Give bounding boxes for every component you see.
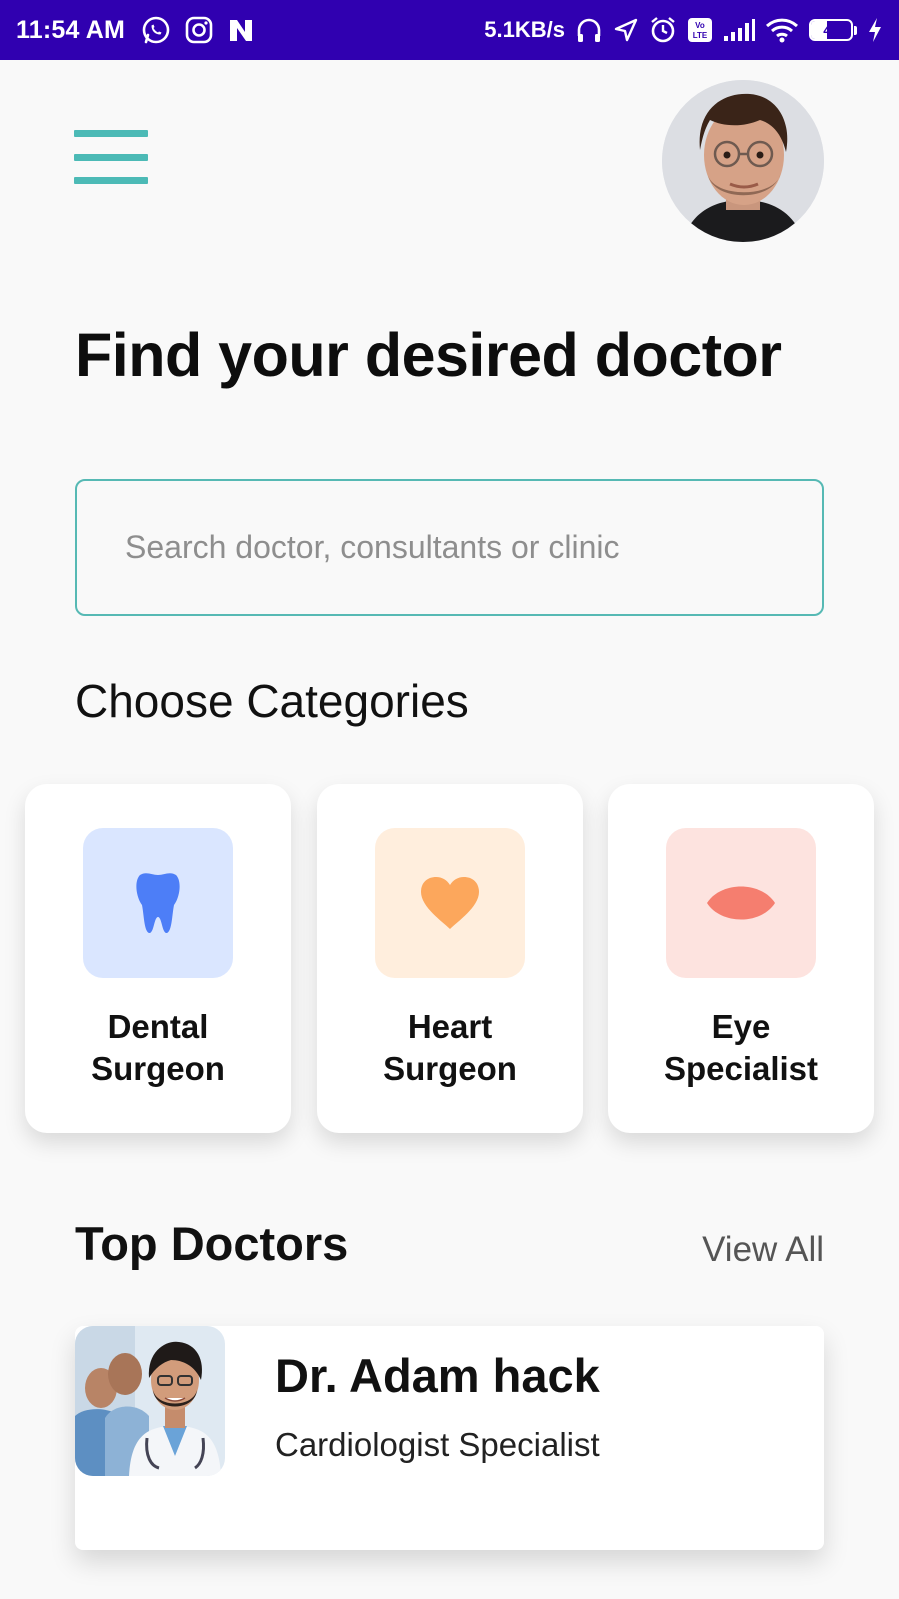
status-bar: 11:54 AM 5.1KB/s Vo LTE 41	[0, 0, 899, 60]
charging-icon	[867, 17, 883, 43]
n-app-icon	[227, 17, 255, 43]
alarm-icon	[649, 16, 677, 44]
doctor-name: Dr. Adam hack	[275, 1349, 600, 1402]
location-arrow-icon	[613, 17, 639, 43]
search-box[interactable]	[75, 479, 824, 616]
eye-icon	[707, 886, 775, 920]
hamburger-menu-icon[interactable]	[74, 130, 148, 184]
doctor-card[interactable]: Dr. Adam hack Cardiologist Specialist	[75, 1326, 824, 1550]
signal-icon	[723, 18, 755, 42]
page-title: Find your desired doctor	[75, 321, 782, 389]
category-card-dental-surgeon[interactable]: Dental Surgeon	[25, 784, 291, 1133]
category-card-heart-surgeon[interactable]: Heart Surgeon	[317, 784, 583, 1133]
wifi-icon	[765, 17, 799, 43]
svg-text:Vo: Vo	[695, 21, 705, 30]
battery-level: 41	[823, 22, 839, 38]
top-doctors-title: Top Doctors	[75, 1217, 349, 1270]
category-label: Dental Surgeon	[91, 1008, 225, 1087]
category-label: Eye Specialist	[663, 1008, 819, 1087]
category-card-eye-specialist[interactable]: Eye Specialist	[608, 784, 874, 1133]
user-avatar-image	[662, 80, 824, 242]
heart-icon	[421, 877, 479, 929]
category-label: Heart Surgeon	[383, 1008, 517, 1087]
instagram-icon	[185, 16, 213, 44]
tooth-icon	[136, 873, 180, 934]
doctor-photo	[75, 1326, 225, 1476]
search-input[interactable]	[77, 481, 822, 614]
status-bar-right: 5.1KB/s Vo LTE 41	[484, 16, 883, 44]
status-time: 11:54 AM	[16, 15, 126, 44]
categories-title: Choose Categories	[75, 675, 469, 727]
network-speed: 5.1KB/s	[484, 17, 565, 42]
category-icon-box	[375, 828, 525, 978]
headphones-icon	[575, 16, 603, 44]
whatsapp-icon	[141, 15, 171, 45]
status-bar-left: 11:54 AM	[16, 15, 269, 45]
battery-icon: 41	[809, 19, 857, 41]
view-all-link[interactable]: View All	[702, 1230, 824, 1270]
category-icon-box	[83, 828, 233, 978]
doctor-specialty: Cardiologist Specialist	[275, 1426, 600, 1463]
svg-text:LTE: LTE	[693, 31, 708, 40]
volte-icon: Vo LTE	[687, 17, 713, 43]
user-avatar[interactable]	[662, 80, 824, 242]
category-icon-box	[666, 828, 816, 978]
